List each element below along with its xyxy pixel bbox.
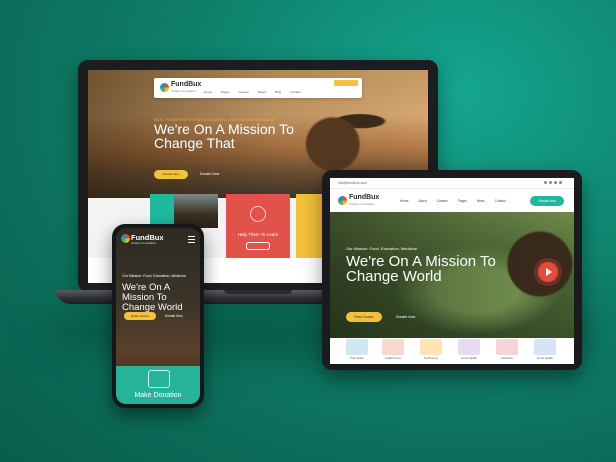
food-icon: [382, 339, 404, 355]
feature-label: Good Health: [461, 356, 477, 360]
poverty-icon: [420, 339, 442, 355]
hamburger-menu-icon[interactable]: [188, 236, 195, 243]
social-icon[interactable]: [554, 181, 557, 184]
laptop-notch: [224, 290, 292, 294]
menu-item[interactable]: News: [477, 199, 485, 203]
menu-item[interactable]: Causes: [437, 199, 448, 203]
hero-primary-button[interactable]: Read Causes: [124, 312, 156, 320]
menu-item[interactable]: Home: [204, 90, 212, 94]
water-icon: [346, 339, 368, 355]
logo-icon: [121, 234, 130, 243]
brand-tagline: Charity Foundation: [171, 89, 197, 93]
laptop-menu: Home Pages Causes Pages Blog Contact: [204, 90, 301, 94]
menu-item[interactable]: About: [419, 199, 427, 203]
menu-item[interactable]: Pages: [258, 90, 267, 94]
feature-label: Volunteer: [501, 356, 513, 360]
cause-card-image: [174, 194, 218, 228]
feature-item[interactable]: Volunteer: [494, 339, 520, 360]
features-row: Pure Water Health Food No Poverty Good H…: [330, 338, 574, 364]
feature-item[interactable]: Good Health: [456, 339, 482, 360]
social-icon[interactable]: [559, 181, 562, 184]
social-icon[interactable]: [549, 181, 552, 184]
hero-kicker: Our Mission: Food, Education, Medicine: [122, 274, 186, 278]
hero-secondary-link[interactable]: Donate Now: [165, 314, 183, 318]
hero-primary-button[interactable]: Read Causes: [346, 312, 382, 322]
brand-name[interactable]: FundBux: [171, 81, 201, 88]
play-video-icon[interactable]: [538, 262, 558, 282]
tablet-navbar: FundBux Charity Foundation Home About Ca…: [330, 188, 574, 213]
laptop-navbar: FundBux Charity Foundation Home Pages Ca…: [154, 78, 362, 98]
hero-primary-button[interactable]: Donate Now: [154, 170, 188, 179]
hero-title: We're On A Mission To Change That: [154, 121, 294, 151]
menu-item[interactable]: Causes: [239, 90, 249, 94]
menu-item[interactable]: Contact: [495, 199, 506, 203]
card-button[interactable]: [246, 242, 270, 250]
card-title: Help Them To Learn: [237, 232, 279, 237]
tablet-topbar: info@fundbux.com: [330, 178, 574, 188]
feature-label: No Poverty: [424, 356, 438, 360]
health-icon: [534, 339, 556, 355]
social-icons: [544, 181, 562, 184]
brand-name[interactable]: FundBux: [349, 194, 379, 201]
feature-label: Health Food: [385, 356, 401, 360]
health-icon: [458, 339, 480, 355]
tablet-donate-button[interactable]: Donate Now: [530, 196, 564, 206]
feature-item[interactable]: Good Health: [532, 339, 558, 360]
feature-label: Pure Water: [349, 356, 365, 360]
brand-tagline: Charity Foundation: [349, 202, 375, 206]
hero-title: We're On A Mission To Change World: [122, 282, 183, 313]
menu-item[interactable]: Pages: [458, 199, 467, 203]
phone-screen: FundBux Charity Foundation Our Mission: …: [116, 228, 200, 404]
feature-label: Good Health: [537, 356, 553, 360]
donation-card-label: Make Donation: [134, 392, 182, 399]
logo-icon: [338, 196, 347, 205]
donation-hands-icon: [148, 370, 170, 388]
tablet-menu: Home About Causes Pages News Contact: [400, 199, 506, 203]
menu-item[interactable]: Pages: [221, 90, 230, 94]
laptop-donate-button[interactable]: [334, 80, 358, 86]
feature-item[interactable]: No Poverty: [418, 339, 444, 360]
heart-icon: [250, 206, 266, 222]
social-icon[interactable]: [544, 181, 547, 184]
volunteer-icon: [496, 339, 518, 355]
hero-secondary-link[interactable]: Donate Now: [200, 172, 219, 176]
menu-item[interactable]: Blog: [275, 90, 281, 94]
hero-kicker: Our Mission: Food, Education, Medicine: [346, 246, 417, 251]
hero-title: We're On A Mission To Change World: [346, 253, 496, 285]
feature-item[interactable]: Health Food: [380, 339, 406, 360]
menu-item[interactable]: Contact: [290, 90, 300, 94]
brand-tagline: Charity Foundation: [131, 241, 157, 245]
tablet-screen: info@fundbux.com FundBux Charity Foundat…: [330, 178, 574, 364]
feature-item[interactable]: Pure Water: [344, 339, 370, 360]
contact-email[interactable]: info@fundbux.com: [338, 181, 367, 185]
logo-icon: [160, 83, 169, 92]
menu-item[interactable]: Home: [400, 199, 409, 203]
hero-secondary-link[interactable]: Donate Now: [396, 315, 415, 319]
